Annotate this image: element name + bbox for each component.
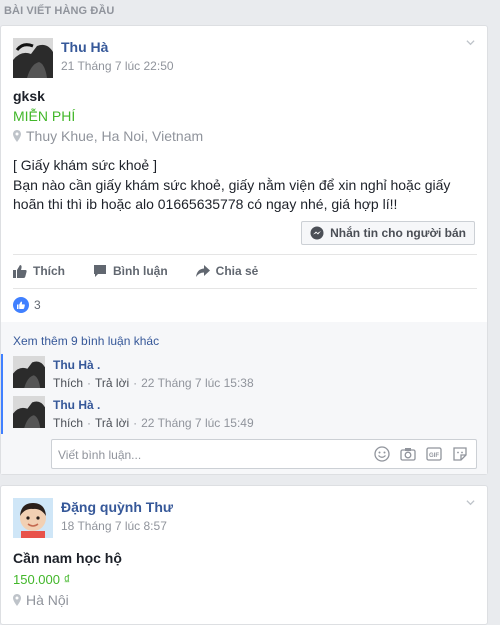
comment-input[interactable] bbox=[56, 444, 340, 466]
item-price: 150.000 ₫ bbox=[13, 572, 71, 587]
post-body-text: Bạn nào cần giấy khám sức khoẻ, giấy nằm… bbox=[13, 177, 451, 212]
comment-button[interactable]: Bình luận bbox=[93, 264, 168, 278]
avatar-image bbox=[13, 356, 45, 388]
message-seller-button[interactable]: Nhắn tin cho người bán bbox=[301, 221, 475, 245]
section-header: BÀI VIẾT HÀNG ĐẦU bbox=[4, 5, 115, 17]
location-pin-icon bbox=[13, 130, 21, 142]
post-timestamp[interactable]: 21 Tháng 7 lúc 22:50 bbox=[61, 59, 174, 73]
share-label: Chia sẻ bbox=[215, 264, 259, 278]
item-title: gksk bbox=[13, 88, 45, 104]
comment-author[interactable]: Thu Hà . bbox=[53, 358, 100, 372]
comment-avatar[interactable] bbox=[13, 396, 45, 428]
emoji-icon[interactable] bbox=[374, 446, 390, 462]
chevron-down-icon[interactable] bbox=[466, 498, 475, 507]
reaction-summary[interactable]: 3 bbox=[13, 297, 41, 313]
post-author[interactable]: Thu Hà bbox=[61, 39, 108, 55]
comment-reply-link[interactable]: Trả lời bbox=[95, 376, 129, 390]
location-text: Hà Nội bbox=[26, 592, 69, 608]
comment-label: Bình luận bbox=[113, 264, 168, 278]
item-price: MIỄN PHÍ bbox=[13, 108, 76, 124]
comment-input-icons: GIF bbox=[374, 446, 468, 462]
camera-icon[interactable] bbox=[400, 446, 416, 462]
sticker-icon[interactable] bbox=[452, 446, 468, 462]
gif-icon[interactable]: GIF bbox=[426, 446, 442, 462]
post-timestamp[interactable]: 18 Tháng 7 lúc 8:57 bbox=[61, 519, 167, 533]
avatar-image bbox=[13, 38, 53, 78]
avatar-image bbox=[13, 498, 53, 538]
item-location: Thuy Khue, Ha Noi, Vietnam bbox=[13, 128, 203, 144]
post-card: Thu Hà 21 Tháng 7 lúc 22:50 gksk MIỄN PH… bbox=[0, 25, 488, 475]
divider bbox=[13, 288, 477, 289]
thumbs-up-icon bbox=[13, 265, 27, 278]
messenger-icon bbox=[310, 226, 324, 240]
comment-like-link[interactable]: Thích bbox=[53, 376, 83, 390]
item-location: Hà Nội bbox=[13, 592, 69, 608]
comment-like-link[interactable]: Thích bbox=[53, 416, 83, 430]
svg-text:GIF: GIF bbox=[429, 453, 439, 459]
comment-icon bbox=[94, 265, 106, 277]
comment-reply-link[interactable]: Trả lời bbox=[95, 416, 129, 430]
message-seller-label: Nhắn tin cho người bán bbox=[330, 226, 466, 240]
comment-timestamp[interactable]: 22 Tháng 7 lúc 15:49 bbox=[141, 416, 254, 430]
location-pin-icon bbox=[13, 594, 21, 606]
avatar[interactable] bbox=[13, 498, 53, 538]
view-more-comments-link[interactable]: Xem thêm 9 bình luận khác bbox=[13, 334, 159, 348]
share-icon bbox=[195, 265, 210, 277]
comment-input-box[interactable]: GIF bbox=[51, 439, 477, 469]
post-card: Đặng quỳnh Thư 18 Tháng 7 lúc 8:57 Cần n… bbox=[0, 485, 488, 625]
comment-highlight-bar bbox=[1, 354, 3, 434]
comment-item: Thu Hà . Thích · Trả lời · 22 Tháng 7 lú… bbox=[13, 396, 473, 432]
avatar[interactable] bbox=[13, 38, 53, 78]
post-body-line1: [ Giấy khám sức khoẻ ] bbox=[13, 157, 157, 173]
comment-item: Thu Hà . Thích · Trả lời · 22 Tháng 7 lú… bbox=[13, 356, 473, 392]
item-title: Cần nam học hộ bbox=[13, 550, 122, 566]
reaction-count: 3 bbox=[34, 298, 41, 312]
share-button[interactable]: Chia sẻ bbox=[195, 264, 259, 278]
comment-author[interactable]: Thu Hà . bbox=[53, 398, 100, 412]
location-text: Thuy Khue, Ha Noi, Vietnam bbox=[26, 128, 204, 144]
like-label: Thích bbox=[33, 264, 65, 278]
comment-timestamp[interactable]: 22 Tháng 7 lúc 15:38 bbox=[141, 376, 254, 390]
comment-avatar[interactable] bbox=[13, 356, 45, 388]
chevron-down-icon[interactable] bbox=[466, 38, 475, 47]
avatar-image bbox=[13, 396, 45, 428]
comment-meta: Thích · Trả lời · 22 Tháng 7 lúc 15:38 bbox=[53, 376, 254, 390]
action-bar: Thích Bình luận Chia sẻ bbox=[13, 258, 473, 284]
like-button[interactable]: Thích bbox=[13, 264, 65, 278]
post-author[interactable]: Đặng quỳnh Thư bbox=[61, 499, 173, 515]
divider bbox=[13, 254, 477, 255]
like-reaction-icon bbox=[13, 297, 29, 313]
comment-meta: Thích · Trả lời · 22 Tháng 7 lúc 15:49 bbox=[53, 416, 254, 430]
